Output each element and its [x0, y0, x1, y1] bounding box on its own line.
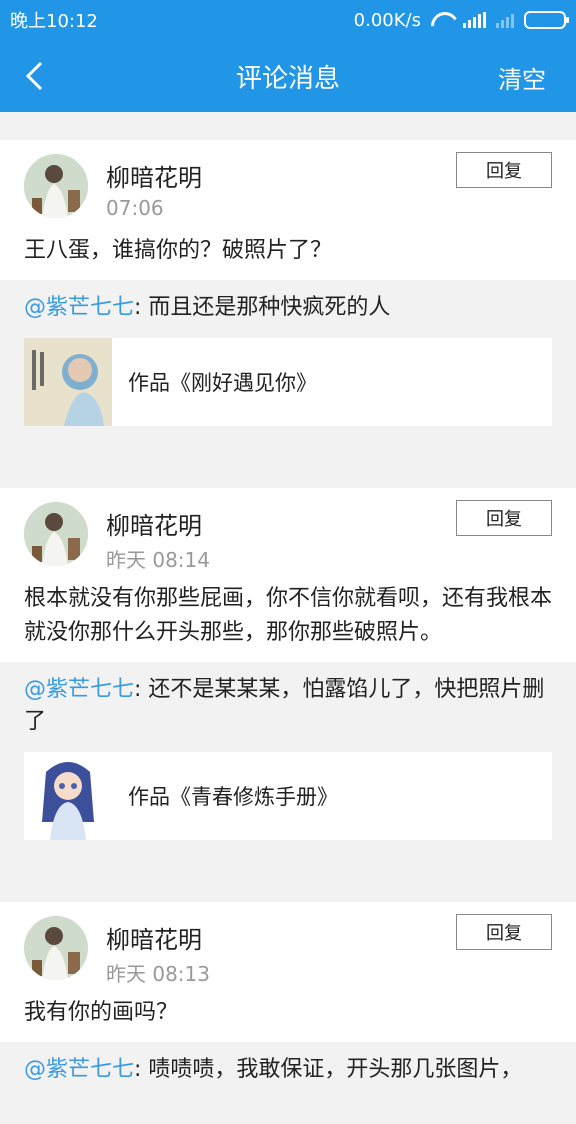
- signal-icon: [463, 12, 486, 28]
- comment-text: 王八蛋，谁搞你的？破照片了？: [24, 238, 333, 263]
- work-card[interactable]: 作品《刚好遇见你》: [24, 338, 552, 426]
- network-speed: 0.00K/s: [353, 9, 421, 31]
- mention-link[interactable]: @紫芒七七: [24, 1057, 134, 1082]
- message-card: 柳暗花明 昨天 08:13 回复 我有你的画吗？ @紫芒七七: 啧啧啧，我敢保证…: [0, 902, 576, 1098]
- wifi-icon: [431, 12, 453, 28]
- message-list: 柳暗花明 07:06 回复 王八蛋，谁搞你的？破照片了？ @紫芒七七: 而且还是…: [0, 140, 576, 1124]
- work-card[interactable]: 作品《青春修炼手册》: [24, 752, 552, 840]
- quote-text: : 啧啧啧，我敢保证，开头那几张图片，: [134, 1057, 523, 1082]
- nav-bar: 评论消息 清空: [0, 40, 576, 112]
- user-name[interactable]: 柳暗花明: [106, 158, 202, 193]
- status-bar: 晚上10:12 0.00K/s: [0, 0, 576, 40]
- reply-button[interactable]: 回复: [456, 500, 552, 536]
- message-header: 柳暗花明 07:06 回复: [0, 140, 576, 226]
- page-title: 评论消息: [235, 63, 340, 94]
- work-title: 作品《青春修炼手册》: [128, 785, 338, 809]
- message-time: 昨天 08:13: [106, 962, 210, 986]
- comment-text: 根本就没有你那些屁画，你不信你就看呗，还有我根本就没你那什么开头那些，那你那些破…: [24, 586, 553, 645]
- message-card: 柳暗花明 07:06 回复 王八蛋，谁搞你的？破照片了？ @紫芒七七: 而且还是…: [0, 140, 576, 462]
- quoted-comment: @紫芒七七: 还不是某某某，怕露馅儿了，快把照片删了 作品《青春修炼手册》: [0, 662, 576, 876]
- message-time: 昨天 08:14: [106, 548, 210, 572]
- mention-link[interactable]: @紫芒七七: [24, 295, 134, 320]
- reply-button[interactable]: 回复: [456, 914, 552, 950]
- work-thumbnail: [24, 752, 112, 840]
- status-icons: 0.00K/s: [353, 9, 569, 31]
- clear-button[interactable]: 清空: [498, 60, 546, 95]
- quoted-comment: @紫芒七七: 啧啧啧，我敢保证，开头那几张图片，: [0, 1042, 576, 1098]
- signal-icon-sim2: [496, 12, 514, 28]
- avatar[interactable]: [24, 916, 88, 980]
- quoted-comment: @紫芒七七: 而且还是那种快疯死的人 作品《刚好遇见你》: [0, 280, 576, 462]
- reply-button[interactable]: 回复: [456, 152, 552, 188]
- avatar[interactable]: [24, 502, 88, 566]
- back-button[interactable]: [18, 58, 52, 94]
- message-header: 柳暗花明 昨天 08:14 回复: [0, 488, 576, 574]
- battery-icon: [524, 11, 569, 29]
- user-name[interactable]: 柳暗花明: [106, 920, 202, 955]
- chevron-left-icon: [25, 61, 43, 91]
- avatar[interactable]: [24, 154, 88, 218]
- comment-text: 我有你的画吗？: [24, 1000, 179, 1025]
- mention-link[interactable]: @紫芒七七: [24, 677, 134, 702]
- user-name[interactable]: 柳暗花明: [106, 506, 202, 541]
- status-time: 晚上10:12: [10, 11, 98, 32]
- work-title: 作品《刚好遇见你》: [128, 371, 317, 395]
- quote-text: : 而且还是那种快疯死的人: [134, 295, 391, 320]
- message-card: 柳暗花明 昨天 08:14 回复 根本就没有你那些屁画，你不信你就看呗，还有我根…: [0, 488, 576, 876]
- message-header: 柳暗花明 昨天 08:13 回复: [0, 902, 576, 988]
- work-thumbnail: [24, 338, 112, 426]
- message-time: 07:06: [106, 196, 164, 220]
